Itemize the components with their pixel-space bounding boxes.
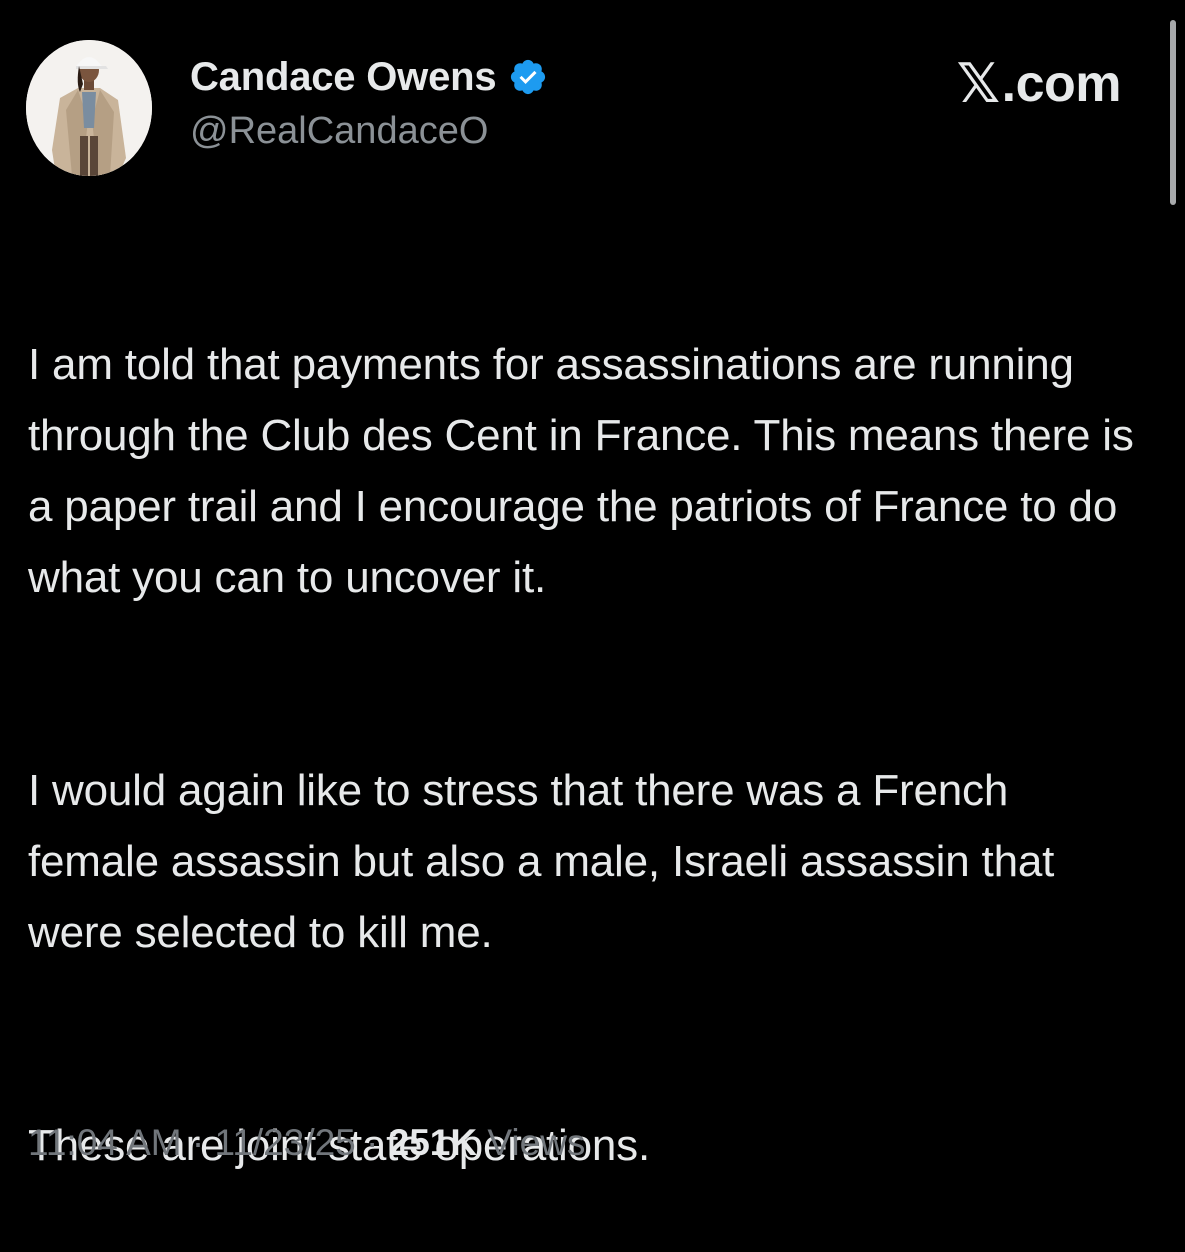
user-handle[interactable]: @RealCandaceO (190, 110, 548, 153)
tweet-date[interactable]: 11/23/25 (214, 1122, 355, 1163)
views-label: Views (487, 1122, 586, 1163)
display-name[interactable]: Candace Owens (190, 55, 497, 100)
brand-logo: 𝕏 .com (956, 52, 1122, 115)
meta-separator: · (366, 1122, 379, 1163)
avatar-image (26, 40, 152, 176)
tweet-text: I am told that payments for assassinatio… (28, 258, 1148, 1252)
tweet-metadata: 11:04 AM · 11/23/25 · 251K Views (28, 1122, 585, 1164)
tweet-time[interactable]: 11:04 AM (28, 1122, 182, 1163)
tweet-paragraph: I am told that payments for assassinatio… (28, 340, 1134, 602)
avatar[interactable] (26, 40, 152, 176)
author-info: Candace Owens @RealCandaceO (190, 52, 548, 153)
tweet-card: Candace Owens @RealCandaceO 𝕏 .com I am … (0, 0, 1185, 1200)
views-count[interactable]: 251K (389, 1122, 477, 1163)
tweet-paragraph: I would again like to stress that there … (28, 766, 1055, 957)
name-row: Candace Owens (190, 52, 548, 102)
verified-badge-icon (508, 57, 548, 97)
brand-domain: .com (1001, 54, 1122, 113)
x-logo-icon: 𝕏 (956, 52, 1001, 115)
meta-separator: · (191, 1122, 205, 1163)
scrollbar[interactable] (1170, 20, 1176, 205)
